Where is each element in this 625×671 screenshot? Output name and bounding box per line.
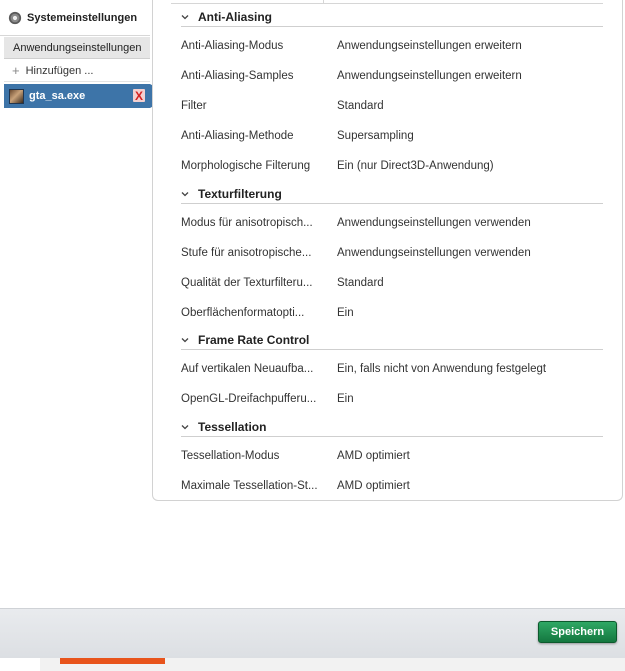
setting-value[interactable]: Anwendungseinstellungen verwenden	[337, 247, 531, 259]
setting-row-opengl-triple-buffering[interactable]: OpenGL-Dreifachpufferu... Ein	[181, 388, 603, 410]
profile-sidebar: Systemeinstellungen Anwendungseinstellun…	[0, 0, 172, 608]
chevron-down-icon	[181, 191, 189, 196]
setting-label: Stufe für anisotropische...	[181, 247, 312, 259]
sidebar-item-profile-gta-sa[interactable]: gta_sa.exe X	[4, 84, 172, 108]
sidebar-item-system-settings[interactable]: Systemeinstellungen	[0, 0, 150, 36]
setting-value[interactable]: Ein (nur Direct3D-Anwendung)	[337, 160, 494, 172]
setting-row-filter[interactable]: Filter Standard	[181, 95, 603, 117]
setting-value[interactable]: Ein	[337, 393, 354, 405]
chevron-down-icon	[181, 424, 189, 429]
setting-row-aa-samples[interactable]: Anti-Aliasing-Samples Anwendungseinstell…	[181, 65, 603, 87]
setting-value[interactable]: Ein	[337, 307, 354, 319]
setting-value[interactable]: Standard	[337, 100, 384, 112]
setting-label: Anti-Aliasing-Methode	[181, 130, 294, 142]
setting-row-surface-format[interactable]: Oberflächenformatopti... Ein	[181, 302, 603, 324]
app-thumbnail-icon	[9, 88, 24, 104]
section-title: Tessellation	[198, 419, 267, 434]
setting-value[interactable]: AMD optimiert	[337, 480, 410, 492]
setting-value[interactable]: Anwendungseinstellungen erweitern	[337, 70, 522, 82]
section-header-anti-aliasing[interactable]: Anti-Aliasing	[181, 7, 603, 27]
setting-value[interactable]: Supersampling	[337, 130, 414, 142]
save-button[interactable]: Speichern	[538, 621, 617, 643]
setting-row-aa-method[interactable]: Anti-Aliasing-Methode Supersampling	[181, 125, 603, 147]
chevron-down-icon	[181, 337, 189, 342]
setting-row-anisotropic-mode[interactable]: Modus für anisotropisch... Anwendungsein…	[181, 212, 603, 234]
setting-value[interactable]: Anwendungseinstellungen verwenden	[337, 217, 531, 229]
setting-value[interactable]: Anwendungseinstellungen erweitern	[337, 40, 522, 52]
setting-value[interactable]: Ein, falls nicht von Anwendung festgeleg…	[337, 363, 546, 375]
remove-x-icon[interactable]: X	[133, 89, 145, 102]
add-profile-label: Hinzufügen ...	[25, 64, 94, 77]
section-header-texture-filtering[interactable]: Texturfilterung	[181, 184, 603, 204]
setting-label: Maximale Tessellation-St...	[181, 480, 318, 492]
section-header-tessellation[interactable]: Tessellation	[181, 417, 603, 437]
setting-row-anisotropic-level[interactable]: Stufe für anisotropische... Anwendungsei…	[181, 242, 603, 264]
footer-bar	[0, 608, 625, 658]
setting-label: Qualität der Texturfilteru...	[181, 277, 313, 289]
gear-icon	[8, 11, 22, 24]
setting-label: Anti-Aliasing-Samples	[181, 70, 294, 82]
setting-value[interactable]: AMD optimiert	[337, 450, 410, 462]
section-header-frame-rate-control[interactable]: Frame Rate Control	[181, 330, 603, 350]
section-title: Texturfilterung	[198, 186, 282, 201]
panel-top-divider	[171, 0, 603, 4]
setting-label: Filter	[181, 100, 207, 112]
sidebar-item-app-settings[interactable]: Anwendungseinstellungen	[4, 37, 150, 59]
setting-label: Morphologische Filterung	[181, 160, 311, 172]
plus-icon: +	[12, 63, 20, 78]
chevron-down-icon	[181, 14, 189, 19]
setting-label: Oberflächenformatopti...	[181, 307, 305, 319]
setting-row-texture-quality[interactable]: Qualität der Texturfilteru... Standard	[181, 272, 603, 294]
orange-button-edge	[60, 658, 165, 664]
add-profile-button[interactable]: + Hinzufügen ...	[4, 60, 150, 82]
profile-name: gta_sa.exe	[29, 90, 86, 102]
settings-panel: Anti-Aliasing Anti-Aliasing-Modus Anwend…	[152, 0, 623, 501]
setting-row-tessellation-mode[interactable]: Tessellation-Modus AMD optimiert	[181, 445, 603, 467]
setting-label: Anti-Aliasing-Modus	[181, 40, 284, 52]
setting-row-aa-mode[interactable]: Anti-Aliasing-Modus Anwendungseinstellun…	[181, 35, 603, 57]
setting-label: Tessellation-Modus	[181, 450, 280, 462]
setting-value[interactable]: Standard	[337, 277, 384, 289]
setting-row-morphological-filtering[interactable]: Morphologische Filterung Ein (nur Direct…	[181, 155, 603, 177]
section-title: Frame Rate Control	[198, 332, 310, 347]
section-title: Anti-Aliasing	[198, 9, 272, 24]
setting-row-vsync[interactable]: Auf vertikalen Neuaufba... Ein, falls ni…	[181, 358, 603, 380]
setting-label: Auf vertikalen Neuaufba...	[181, 363, 314, 375]
sidebar-app-label: Anwendungseinstellungen	[13, 41, 142, 54]
sidebar-system-label: Systemeinstellungen	[27, 11, 138, 24]
setting-label: OpenGL-Dreifachpufferu...	[181, 393, 317, 405]
setting-row-max-tessellation[interactable]: Maximale Tessellation-St... AMD optimier…	[181, 475, 603, 497]
setting-label: Modus für anisotropisch...	[181, 217, 313, 229]
